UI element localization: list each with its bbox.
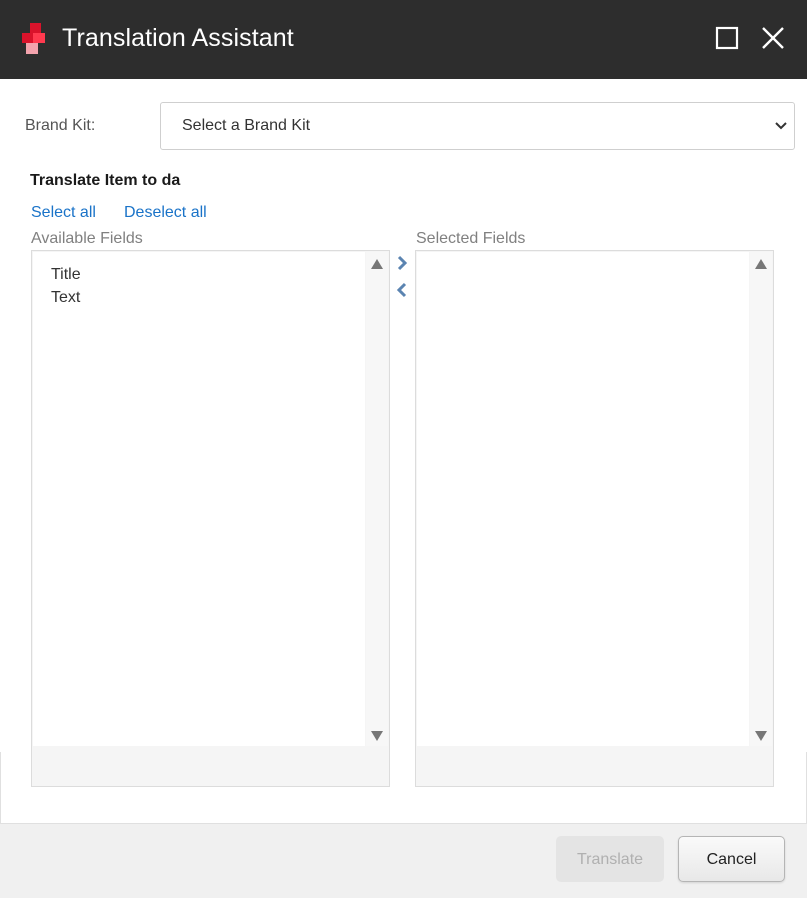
dialog-footer: Translate Cancel — [0, 823, 807, 898]
available-fields-scrollbar[interactable] — [366, 252, 388, 746]
chevron-left-icon[interactable] — [394, 281, 410, 299]
selected-fields-list-content — [417, 252, 749, 746]
scroll-up-icon[interactable] — [370, 258, 384, 270]
scroll-down-icon[interactable] — [370, 730, 384, 742]
brand-kit-label: Brand Kit: — [25, 117, 96, 134]
cancel-button[interactable]: Cancel — [678, 836, 785, 882]
brand-kit-selected-value: Select a Brand Kit — [182, 117, 311, 134]
selected-fields-scrollbar[interactable] — [750, 252, 772, 746]
app-logo-icon — [22, 23, 45, 54]
select-all-link[interactable]: Select all — [31, 203, 96, 223]
title-bar: Translation Assistant — [0, 0, 807, 79]
maximize-icon[interactable] — [713, 24, 741, 52]
chevron-right-icon[interactable] — [394, 254, 410, 272]
divider — [0, 752, 1, 823]
available-fields-list[interactable]: Title Text — [31, 250, 390, 787]
translation-assistant-dialog: Translation Assistant Brand Kit: Select … — [0, 0, 807, 898]
scroll-down-icon[interactable] — [754, 730, 768, 742]
available-fields-label: Available Fields — [31, 230, 143, 247]
close-icon[interactable] — [759, 24, 787, 52]
translate-button[interactable]: Translate — [556, 836, 664, 882]
list-item[interactable]: Text — [51, 288, 80, 308]
list-item[interactable]: Title — [51, 265, 81, 285]
scroll-up-icon[interactable] — [754, 258, 768, 270]
window-title: Translation Assistant — [62, 24, 294, 52]
chevron-down-icon — [775, 122, 787, 130]
selected-fields-label: Selected Fields — [416, 230, 526, 247]
translate-heading: Translate Item to da — [30, 172, 181, 189]
selected-fields-list[interactable] — [415, 250, 774, 787]
deselect-all-link[interactable]: Deselect all — [124, 203, 207, 223]
available-fields-list-content: Title Text — [33, 252, 365, 746]
brand-kit-select[interactable]: Select a Brand Kit — [160, 102, 795, 150]
